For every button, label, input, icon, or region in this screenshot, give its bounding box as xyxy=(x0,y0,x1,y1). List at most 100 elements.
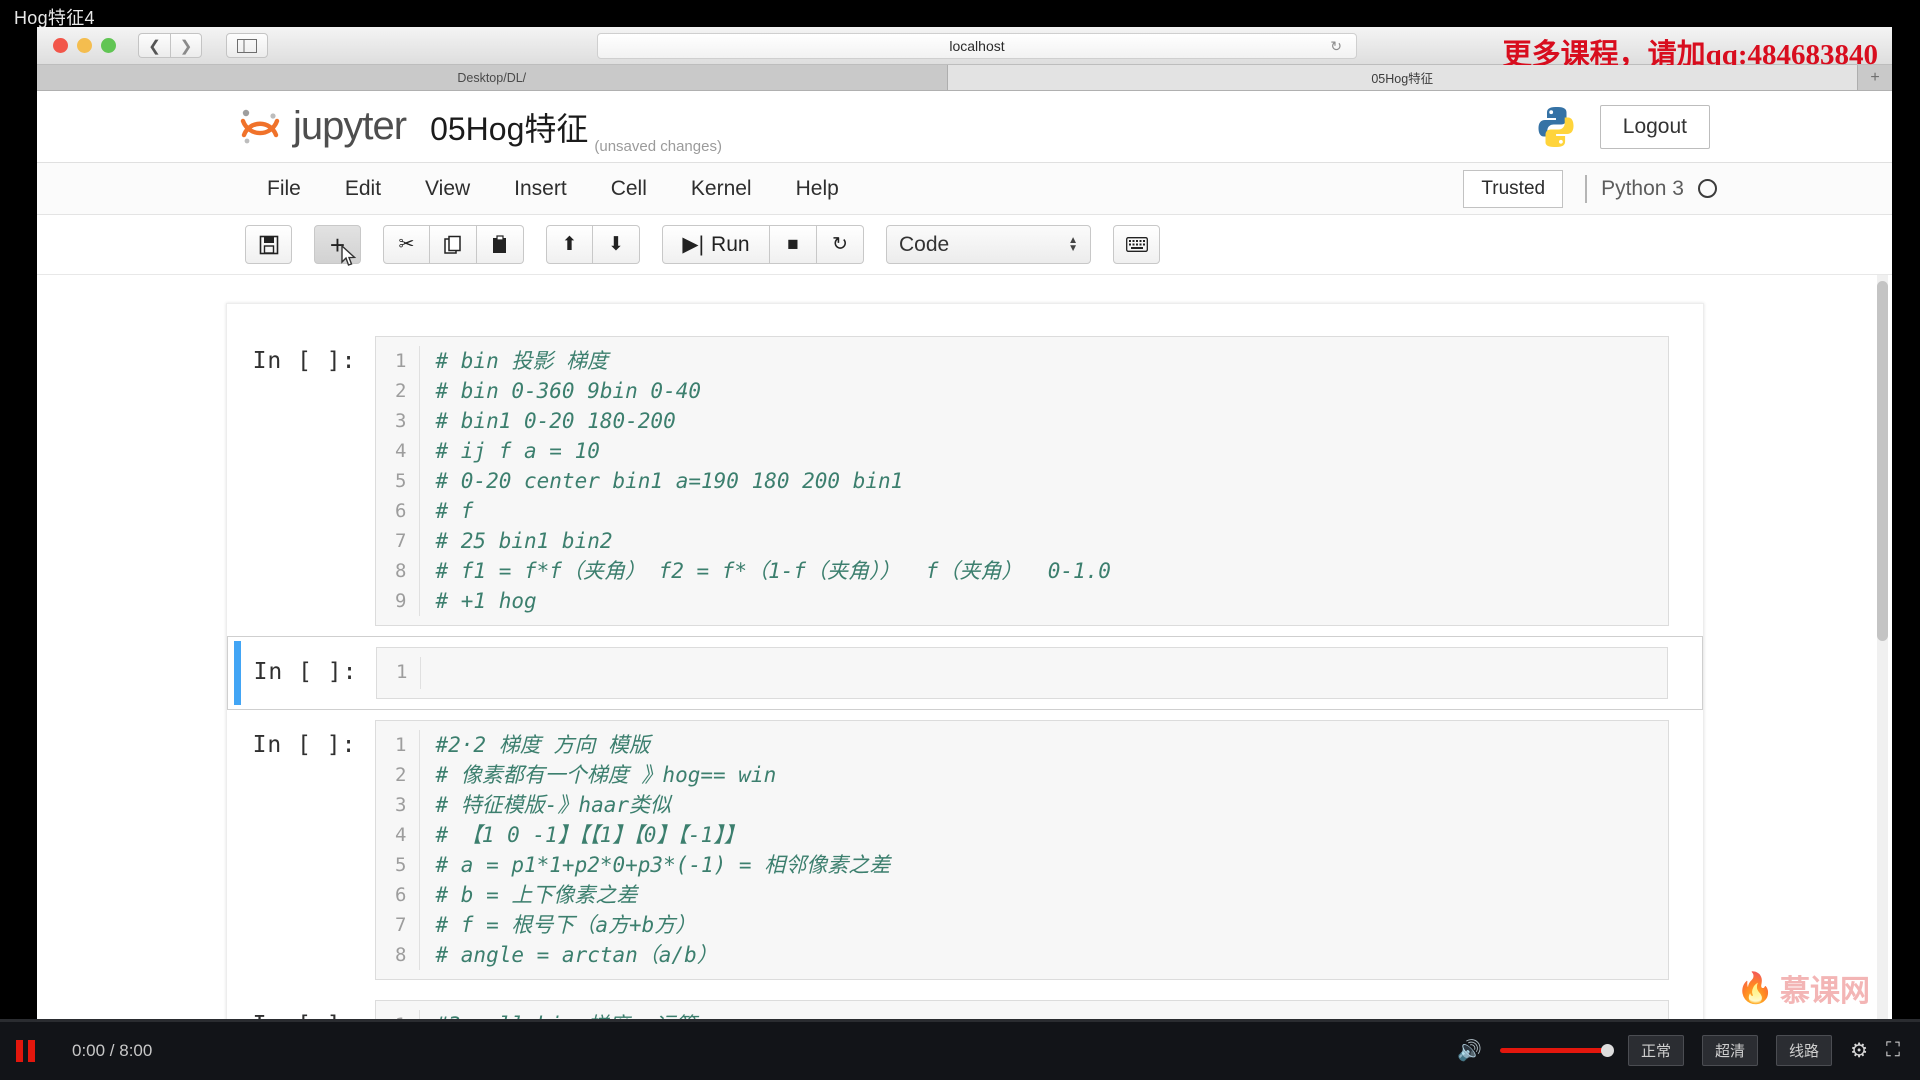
pause-bar-right xyxy=(27,1039,35,1062)
time-display: 0:00 / 8:00 xyxy=(72,1040,153,1060)
screen-root: Hog特征4 ❮ ❯ localhost ↻ 更多课程，请加qq:4846838… xyxy=(0,0,1920,1080)
insert-group: + xyxy=(314,225,361,266)
sidebar-toggle-icon[interactable] xyxy=(226,33,268,58)
jupyter-logo-icon xyxy=(237,104,283,150)
cell-type-value: Code xyxy=(899,232,950,256)
address-bar[interactable]: localhost ↻ xyxy=(597,33,1357,59)
chevron-updown-icon: ▲ ▼ xyxy=(1068,234,1078,254)
keyboard-icon[interactable] xyxy=(1113,225,1160,264)
paste-icon[interactable] xyxy=(477,225,524,264)
kernel-indicator[interactable]: Python 3 xyxy=(1585,174,1717,203)
notebook-body[interactable]: In [ ]: 123456789 # bin 投影 梯度 # bin 0-36… xyxy=(37,275,1892,1020)
run-label: Run xyxy=(711,232,750,256)
shortcuts-group xyxy=(1113,225,1160,264)
cell-editor[interactable]: 123456789 # bin 投影 梯度 # bin 0-360 9bin 0… xyxy=(374,336,1669,626)
python-logo-icon xyxy=(1532,103,1580,151)
mooc-watermark: 🔥 慕课网 xyxy=(1737,966,1870,1010)
kernel-idle-circle-icon xyxy=(1698,179,1717,198)
fullscreen-icon[interactable]: ⛶ xyxy=(1886,1039,1900,1062)
cell-source[interactable]: # bin 投影 梯度 # bin 0-360 9bin 0-40 # bin1… xyxy=(420,346,1668,616)
menubar-right-group: Trusted Python 3 xyxy=(1463,169,1717,208)
notebook-title[interactable]: 05Hog特征 xyxy=(430,104,588,150)
menu-view[interactable]: View xyxy=(403,177,492,201)
back-icon[interactable]: ❮ xyxy=(138,33,170,58)
cell-source[interactable]: #2·2 梯度 方向 模版 # 像素都有一个梯度 》hog== win # 特征… xyxy=(420,730,1668,970)
new-tab-button[interactable]: + xyxy=(1858,65,1892,90)
cell-prompt: In [ ]: xyxy=(252,732,357,758)
player-controls-right: 🔊 正常 超清 线路 ⚙ ⛶ xyxy=(1457,1035,1920,1066)
quality-hd-button[interactable]: 超清 xyxy=(1702,1035,1759,1066)
code-cell-4[interactable]: In [ ]: 1 #3 cell bin 梯度: 运算 xyxy=(227,990,1703,1020)
progress-bar[interactable] xyxy=(0,1019,1920,1022)
navigation-buttons: ❮ ❯ xyxy=(138,33,202,58)
move-group: ⬆ ⬇ xyxy=(546,225,640,264)
logout-button[interactable]: Logout xyxy=(1599,104,1710,149)
unsaved-changes-label: (unsaved changes) xyxy=(594,138,722,155)
restart-icon[interactable]: ↻ xyxy=(817,225,864,264)
close-window-button[interactable] xyxy=(53,38,68,53)
copy-icon[interactable] xyxy=(430,225,477,264)
save-icon[interactable] xyxy=(245,225,292,264)
flame-icon: 🔥 xyxy=(1736,971,1774,1005)
menu-file[interactable]: File xyxy=(245,177,323,201)
quality-normal-button[interactable]: 正常 xyxy=(1628,1035,1685,1066)
volume-slider[interactable] xyxy=(1500,1044,1615,1057)
clipboard-group: ✂ xyxy=(383,225,524,264)
code-cell-1[interactable]: In [ ]: 123456789 # bin 投影 梯度 # bin 0-36… xyxy=(227,326,1703,636)
tab-desktop-dl[interactable]: Desktop/DL/ xyxy=(37,65,948,90)
volume-icon[interactable]: 🔊 xyxy=(1457,1038,1482,1063)
jupyter-wordmark: jupyter xyxy=(293,104,407,148)
scissors-icon[interactable]: ✂ xyxy=(383,225,430,264)
run-button[interactable]: ▶| Run xyxy=(662,225,770,264)
line-numbers: 1 xyxy=(377,657,421,689)
header-right-group: Logout xyxy=(1532,103,1710,151)
tab-05hog[interactable]: 05Hog特征 xyxy=(947,65,1858,90)
cell-type-select[interactable]: Code ▲ ▼ xyxy=(886,225,1091,264)
minimize-window-button[interactable] xyxy=(77,38,92,53)
tab-label: Desktop/DL/ xyxy=(457,70,527,85)
browser-window: ❮ ❯ localhost ↻ 更多课程，请加qq:484683840 Desk… xyxy=(37,27,1892,1020)
cell-source[interactable] xyxy=(421,657,1667,689)
jupyter-page: jupyter 05Hog特征 (unsaved changes) Logout… xyxy=(37,91,1892,1020)
run-group: ▶| Run ■ ↻ xyxy=(662,225,864,264)
menu-kernel[interactable]: Kernel xyxy=(669,177,774,201)
jupyter-header: jupyter 05Hog特征 (unsaved changes) Logout xyxy=(37,91,1892,163)
address-text: localhost xyxy=(949,38,1005,54)
pause-icon[interactable] xyxy=(12,1038,38,1064)
menu-edit[interactable]: Edit xyxy=(323,177,403,201)
menu-help[interactable]: Help xyxy=(774,177,861,201)
cell-editor[interactable]: 12345678 #2·2 梯度 方向 模版 # 像素都有一个梯度 》hog==… xyxy=(374,720,1669,980)
cell-editor[interactable]: 1 xyxy=(375,647,1668,699)
arrow-down-icon[interactable]: ⬇ xyxy=(593,225,640,264)
cell-editor[interactable]: 1 #3 cell bin 梯度: 运算 xyxy=(374,1000,1669,1020)
add-cell-icon[interactable]: + xyxy=(314,225,361,266)
file-group xyxy=(245,225,292,264)
jupyter-toolbar: + ✂ ⬆ ⬇ ▶| Run ■ ↻ Code ▲ ▼ xyxy=(37,215,1892,275)
video-player-bar: 0:00 / 8:00 🔊 正常 超清 线路 ⚙ ⛶ xyxy=(0,1019,1920,1080)
stop-square-icon[interactable]: ■ xyxy=(770,225,817,264)
volume-knob[interactable] xyxy=(1601,1044,1615,1057)
tab-label: 05Hog特征 xyxy=(1371,72,1434,86)
menu-insert[interactable]: Insert xyxy=(492,177,589,201)
code-cell-3[interactable]: In [ ]: 12345678 #2·2 梯度 方向 模版 # 像素都有一个梯… xyxy=(227,710,1703,990)
line-numbers: 123456789 xyxy=(376,346,420,616)
line-numbers: 12345678 xyxy=(376,730,420,970)
forward-icon[interactable]: ❯ xyxy=(170,33,202,58)
arrow-up-icon[interactable]: ⬆ xyxy=(546,225,593,264)
jupyter-logo[interactable]: jupyter xyxy=(237,104,407,150)
menu-cell[interactable]: Cell xyxy=(589,177,669,201)
run-icon: ▶| xyxy=(682,233,705,256)
jupyter-menubar: File Edit View Insert Cell Kernel Help T… xyxy=(37,163,1892,215)
browser-toolbar: ❮ ❯ localhost ↻ 更多课程，请加qq:484683840 xyxy=(37,27,1892,71)
reload-icon[interactable]: ↻ xyxy=(1330,38,1342,55)
maximize-window-button[interactable] xyxy=(101,38,116,53)
route-button[interactable]: 线路 xyxy=(1776,1035,1833,1066)
cell-prompt: In [ ]: xyxy=(253,1000,375,1020)
notebook-sheet: In [ ]: 123456789 # bin 投影 梯度 # bin 0-36… xyxy=(225,303,1704,1020)
notebook-scrollbar-thumb[interactable] xyxy=(1877,281,1888,641)
mooc-watermark-text: 慕课网 xyxy=(1780,975,1870,1008)
gear-icon[interactable]: ⚙ xyxy=(1850,1038,1868,1063)
code-cell-2-selected[interactable]: In [ ]: 1 xyxy=(226,636,1703,710)
divider xyxy=(1585,174,1588,203)
trusted-badge[interactable]: Trusted xyxy=(1463,169,1564,208)
